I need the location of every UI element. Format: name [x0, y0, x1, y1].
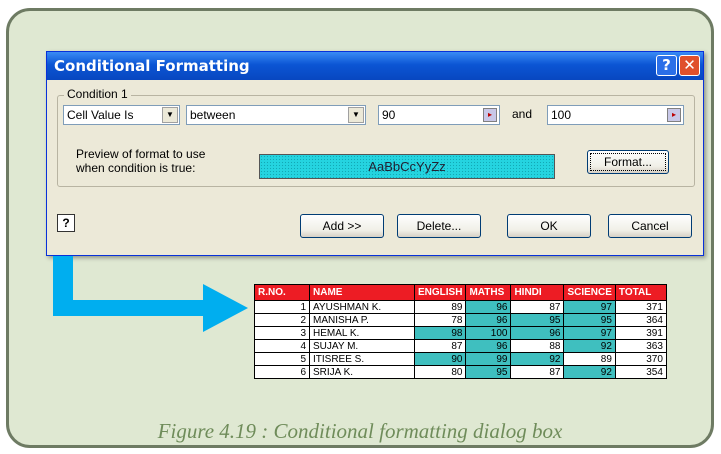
- table-cell: 364: [614, 313, 667, 327]
- condition-type-select[interactable]: Cell Value Is ▼: [63, 105, 180, 125]
- table-cell: 99: [465, 352, 512, 366]
- table-row: 1 AYUSHMAN K. 89 96 87 97 371: [254, 300, 667, 314]
- table-cell: 363: [614, 339, 667, 353]
- format-preview: AaBbCcYyZz: [259, 154, 555, 179]
- table-cell: 95: [510, 313, 565, 327]
- table-cell: 3: [254, 326, 310, 340]
- table-cell: 6: [254, 365, 310, 379]
- header-rno: R.NO.: [254, 284, 310, 301]
- table-cell: 96: [465, 313, 512, 327]
- table-cell: 391: [614, 326, 667, 340]
- table-cell: 78: [413, 313, 467, 327]
- dialog-title-bar: Conditional Formatting ? ✕: [47, 52, 703, 80]
- table-cell: 354: [614, 365, 667, 379]
- table-cell: SUJAY M.: [309, 339, 415, 353]
- delete-button[interactable]: Delete...: [397, 214, 481, 238]
- close-button[interactable]: ✕: [679, 55, 700, 76]
- table-cell: 90: [413, 352, 467, 366]
- arrow-icon: [53, 256, 248, 332]
- table-row: 6 SRIJA K. 80 95 87 92 354: [254, 365, 667, 379]
- table-cell: 87: [510, 300, 565, 314]
- value2-input[interactable]: 100 ▸: [547, 105, 684, 125]
- table-cell: 95: [465, 365, 512, 379]
- table-cell: 1: [254, 300, 310, 314]
- table-cell: 97: [563, 326, 616, 340]
- table-cell: 89: [563, 352, 616, 366]
- table-row: 4 SUJAY M. 87 96 88 92 363: [254, 339, 667, 353]
- condition-type-value: Cell Value Is: [67, 108, 134, 122]
- preview-label: Preview of format to use when condition …: [76, 147, 205, 175]
- table-cell: 100: [465, 326, 512, 340]
- question-icon[interactable]: ?: [57, 214, 75, 232]
- table-cell: 87: [413, 339, 467, 353]
- table-cell: 5: [254, 352, 310, 366]
- header-name: NAME: [309, 284, 415, 301]
- header-maths: MATHS: [465, 284, 512, 301]
- conditional-formatting-dialog: Conditional Formatting ? ✕ Condition 1 C…: [46, 51, 704, 256]
- header-english: ENGLISH: [413, 284, 467, 301]
- header-total: TOTAL: [614, 284, 667, 301]
- table-cell: 96: [465, 300, 512, 314]
- range-picker-icon[interactable]: ▸: [667, 108, 681, 122]
- ok-button[interactable]: OK: [507, 214, 591, 238]
- table-cell: 92: [510, 352, 565, 366]
- table-cell: 371: [614, 300, 667, 314]
- header-science: SCIENCE: [563, 284, 616, 301]
- table-cell: SRIJA K.: [309, 365, 415, 379]
- cancel-button[interactable]: Cancel: [608, 214, 692, 238]
- figure-caption: Figure 4.19 : Conditional formatting dia…: [157, 419, 563, 443]
- dialog-title: Conditional Formatting: [54, 57, 250, 75]
- table-header-row: R.NO. NAME ENGLISH MATHS HINDI SCIENCE T…: [254, 284, 667, 301]
- table-cell: 80: [413, 365, 467, 379]
- header-hindi: HINDI: [510, 284, 565, 301]
- preview-label-line2: when condition is true:: [76, 161, 196, 175]
- table-cell: 89: [413, 300, 467, 314]
- format-button[interactable]: Format...: [587, 150, 669, 174]
- operator-select[interactable]: between ▼: [186, 105, 366, 125]
- value1-text: 90: [382, 108, 396, 122]
- help-button[interactable]: ?: [656, 55, 677, 76]
- chevron-down-icon[interactable]: ▼: [162, 107, 178, 123]
- table-cell: ITISREE S.: [309, 352, 415, 366]
- table-cell: 96: [510, 326, 565, 340]
- preview-label-line1: Preview of format to use: [76, 147, 206, 161]
- table-cell: 4: [254, 339, 310, 353]
- table-cell: 97: [563, 300, 616, 314]
- table-row: 2 MANISHA P. 78 96 95 95 364: [254, 313, 667, 327]
- table-cell: 92: [563, 365, 616, 379]
- table-row: 5 ITISREE S. 90 99 92 89 370: [254, 352, 667, 366]
- value2-text: 100: [551, 108, 572, 122]
- value1-input[interactable]: 90 ▸: [378, 105, 500, 125]
- range-picker-icon[interactable]: ▸: [483, 108, 497, 122]
- table-cell: 96: [465, 339, 512, 353]
- condition-label: Condition 1: [64, 87, 131, 101]
- figure-frame: © N Conditional Formatting ? ✕ Condition…: [6, 8, 714, 448]
- table-cell: MANISHA P.: [309, 313, 415, 327]
- table-cell: 95: [563, 313, 616, 327]
- operator-value: between: [190, 108, 236, 122]
- table-cell: 87: [510, 365, 565, 379]
- and-label: and: [512, 107, 533, 121]
- table-cell: 88: [510, 339, 565, 353]
- table-cell: 92: [563, 339, 616, 353]
- table-cell: HEMAL K.: [309, 326, 415, 340]
- table-cell: 2: [254, 313, 310, 327]
- table-cell: 370: [614, 352, 667, 366]
- table-row: 3 HEMAL K. 98 100 96 97 391: [254, 326, 667, 340]
- table-cell: 98: [413, 326, 467, 340]
- add-button[interactable]: Add >>: [300, 214, 384, 238]
- table-cell: AYUSHMAN K.: [309, 300, 415, 314]
- marks-table: R.NO. NAME ENGLISH MATHS HINDI SCIENCE T…: [254, 284, 667, 379]
- chevron-down-icon[interactable]: ▼: [348, 107, 364, 123]
